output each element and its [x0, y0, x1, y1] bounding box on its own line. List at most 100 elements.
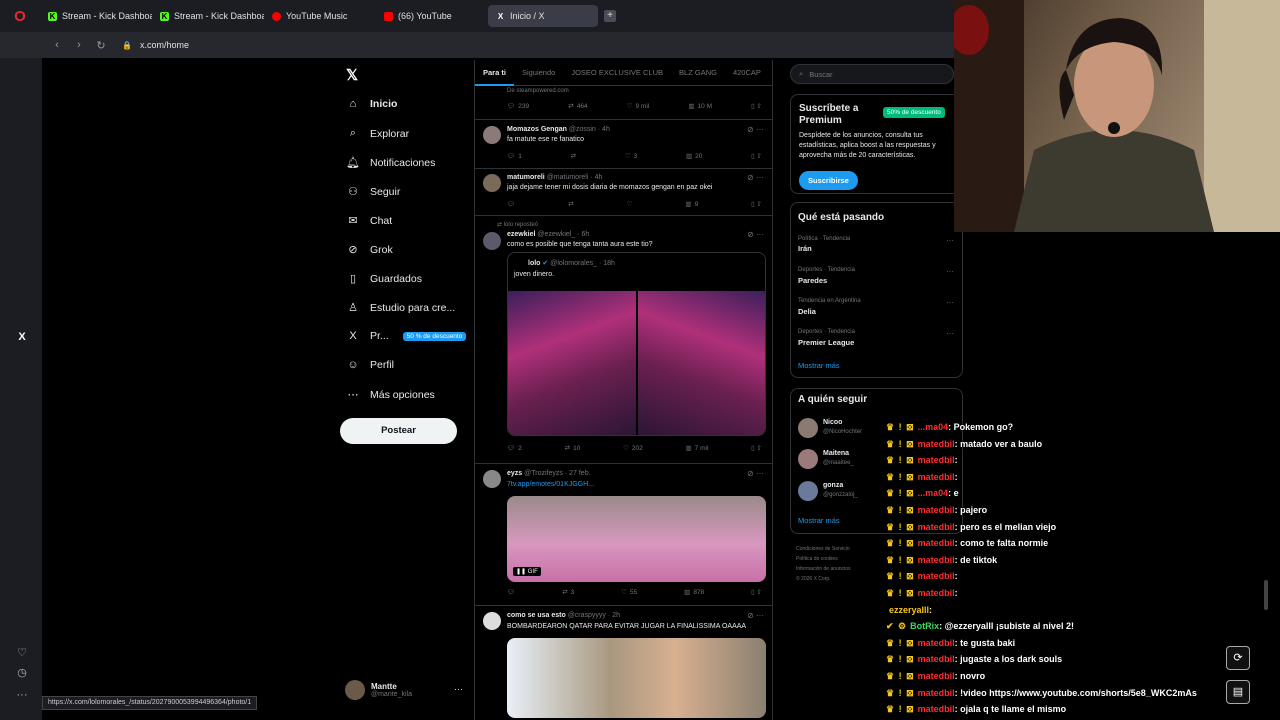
refresh-icon[interactable]: ⟳	[1226, 646, 1250, 670]
footer-link[interactable]: Política de cookies	[796, 554, 896, 564]
avatar[interactable]	[798, 418, 818, 438]
reply-button[interactable]: 💬︎ 1	[507, 152, 522, 161]
repost-button[interactable]: ⇄ 10	[565, 444, 581, 453]
show-more-link[interactable]: Mostrar más	[798, 516, 840, 525]
show-more-link[interactable]: Mostrar más	[798, 361, 840, 370]
more-icon[interactable]: ···	[946, 267, 954, 276]
tweet[interactable]: eyzs @Trozifeyzs · 27 feb. ⊘ ··· 7tv.app…	[475, 464, 772, 606]
more-icon[interactable]: ···	[946, 298, 954, 307]
nav-item-mas-opciones[interactable]: ⋯ Más opciones	[346, 388, 435, 402]
post-button[interactable]: Postear	[340, 418, 457, 444]
chat-username[interactable]: ...ma04	[918, 488, 949, 498]
bookmark-share-icons[interactable]: ▯ ⇧	[751, 444, 762, 452]
chat-username[interactable]: ezzeryalll	[889, 605, 929, 615]
chat-username[interactable]: matedbil	[918, 439, 955, 449]
subscribe-button[interactable]: Suscribirse	[799, 171, 858, 190]
nav-item-premium[interactable]: X Pr... 50 % de descuento	[346, 330, 467, 342]
heart-icon[interactable]: ♡	[15, 646, 29, 660]
views-button[interactable]: ▥ 20	[686, 152, 702, 161]
tab-blz-gang[interactable]: BLZ GANG	[671, 60, 725, 86]
more-icon[interactable]: ⊘ ···	[747, 611, 764, 620]
more-icon[interactable]: ···	[946, 329, 954, 338]
reply-button[interactable]: 💬︎ 2	[507, 444, 522, 453]
chat-username[interactable]: matedbil	[918, 538, 955, 548]
chat-username[interactable]: matedbil	[918, 588, 955, 598]
account-more-icon[interactable]: ···	[454, 684, 463, 694]
chat-username[interactable]: BotRix	[910, 621, 939, 631]
trend-item[interactable]: Delia	[798, 307, 816, 316]
account-switcher[interactable]: Mantte @mante_kila	[345, 680, 412, 700]
bookmark-share-icons[interactable]: ▯ ⇧	[751, 102, 762, 110]
nav-item-chat[interactable]: ✉ Chat	[346, 214, 392, 228]
chat-username[interactable]: matedbil	[918, 455, 955, 465]
follow-name[interactable]: gonza	[823, 482, 843, 489]
tab-joseo[interactable]: JOSEO EXCLUSIVE CLUB	[563, 60, 671, 86]
browser-tab[interactable]: (66) YouTube	[376, 5, 488, 27]
trend-item[interactable]: Paredes	[798, 276, 827, 285]
avatar[interactable]	[798, 481, 818, 501]
footer-link[interactable]: Condiciones de Servicio	[796, 544, 896, 554]
browser-tab-active[interactable]: X Inicio / X	[488, 5, 598, 27]
repost-button[interactable]: ⇄ 464	[568, 102, 587, 111]
like-button[interactable]: ♡ 3	[625, 152, 637, 161]
url-input[interactable]: x.com/home	[140, 40, 189, 50]
repost-button[interactable]: ⇄	[571, 152, 576, 160]
tweet-gif[interactable]: ❚❚ GIF	[507, 496, 766, 582]
trend-item[interactable]: Premier League	[798, 338, 854, 347]
chat-username[interactable]: matedbil	[918, 522, 955, 532]
chat-username[interactable]: matedbil	[918, 654, 955, 664]
browser-tab[interactable]: K Stream - Kick Dashboard	[152, 5, 264, 27]
back-icon[interactable]: ‹	[46, 39, 68, 51]
browser-tab[interactable]: K Stream - Kick Dashboard	[40, 5, 152, 27]
nav-item-grok[interactable]: ⊘ Grok	[346, 243, 392, 257]
more-icon[interactable]: ⊘ ···	[747, 230, 764, 239]
scrollbar[interactable]	[1264, 580, 1268, 610]
tweet[interactable]: como se usa esto @craspyyyy · 2h ⊘ ··· B…	[475, 606, 772, 720]
chat-username[interactable]: matedbil	[918, 671, 955, 681]
nav-item-estudio[interactable]: ♙ Estudio para cre...	[346, 301, 455, 315]
bookmark-share-icons[interactable]: ▯ ⇧	[751, 588, 762, 596]
tweet[interactable]: De steampowered.com 💬︎ 239 ⇄ 464 ♡ 9 mil ▥ 1…	[475, 86, 772, 120]
nav-item-perfil[interactable]: ☺ Perfil	[346, 359, 394, 371]
trend-item[interactable]: Irán	[798, 244, 812, 253]
reply-button[interactable]: 💬︎ 239	[507, 102, 529, 111]
bookmark-share-icons[interactable]: ▯ ⇧	[751, 200, 762, 208]
chat-username[interactable]: matedbil	[918, 472, 955, 482]
x-sidebar-icon[interactable]: X	[15, 330, 29, 344]
tweet-video[interactable]	[507, 638, 766, 718]
new-tab-button[interactable]: +	[604, 10, 616, 22]
nav-item-seguir[interactable]: ⚇ Seguir	[346, 185, 400, 199]
opera-logo-icon[interactable]: O	[0, 0, 40, 32]
tweet-link[interactable]: 7tv.app/emotes/01KJGGH...	[507, 481, 594, 488]
views-button[interactable]: ▥ 878	[684, 588, 704, 597]
tweet-photo[interactable]	[508, 291, 636, 435]
browser-tab[interactable]: YouTube Music	[264, 5, 376, 27]
more-icon[interactable]: ⊘ ···	[747, 173, 764, 182]
more-icon[interactable]: ⊘ ···	[747, 125, 764, 134]
tweet-photo[interactable]	[638, 291, 765, 435]
reply-button[interactable]: 💬︎	[507, 588, 515, 596]
chat-username[interactable]: matedbil	[918, 505, 955, 515]
like-button[interactable]: ♡	[627, 200, 633, 208]
footer-link[interactable]: Información de anuncios	[796, 564, 896, 574]
quoted-tweet[interactable]: lolo ✔ @lolomorales_ · 18h joven dinero.	[507, 252, 766, 436]
follow-name[interactable]: Nicoo	[823, 419, 842, 426]
nav-item-guardados[interactable]: ▯ Guardados	[346, 272, 422, 286]
more-icon[interactable]: ⊘ ···	[747, 469, 764, 478]
tab-para-ti[interactable]: Para ti	[475, 60, 514, 86]
tab-420cap[interactable]: 420CAP	[725, 60, 769, 86]
clock-icon[interactable]: ◷	[15, 666, 29, 680]
bookmark-share-icons[interactable]: ▯ ⇧	[751, 152, 762, 160]
chat-username[interactable]: matedbil	[918, 555, 955, 565]
avatar[interactable]	[798, 449, 818, 469]
x-logo-icon[interactable]: 𝕏	[346, 66, 358, 84]
follow-name[interactable]: Maitena	[823, 450, 849, 457]
like-button[interactable]: ♡ 9 mil	[627, 102, 650, 111]
chat-icon[interactable]: ▤	[1226, 680, 1250, 704]
like-button[interactable]: ♡ 55	[621, 588, 637, 597]
tab-siguiendo[interactable]: Siguiendo	[514, 60, 563, 86]
tweet[interactable]: ⇄ lolo reposteó ezewkiel @ezewkiel_ · 6h…	[475, 216, 772, 464]
views-button[interactable]: ▥ 7 mil	[686, 444, 709, 453]
views-button[interactable]: ▥ 10 M	[688, 102, 712, 111]
nav-item-inicio[interactable]: ⌂ Inicio	[346, 98, 398, 110]
